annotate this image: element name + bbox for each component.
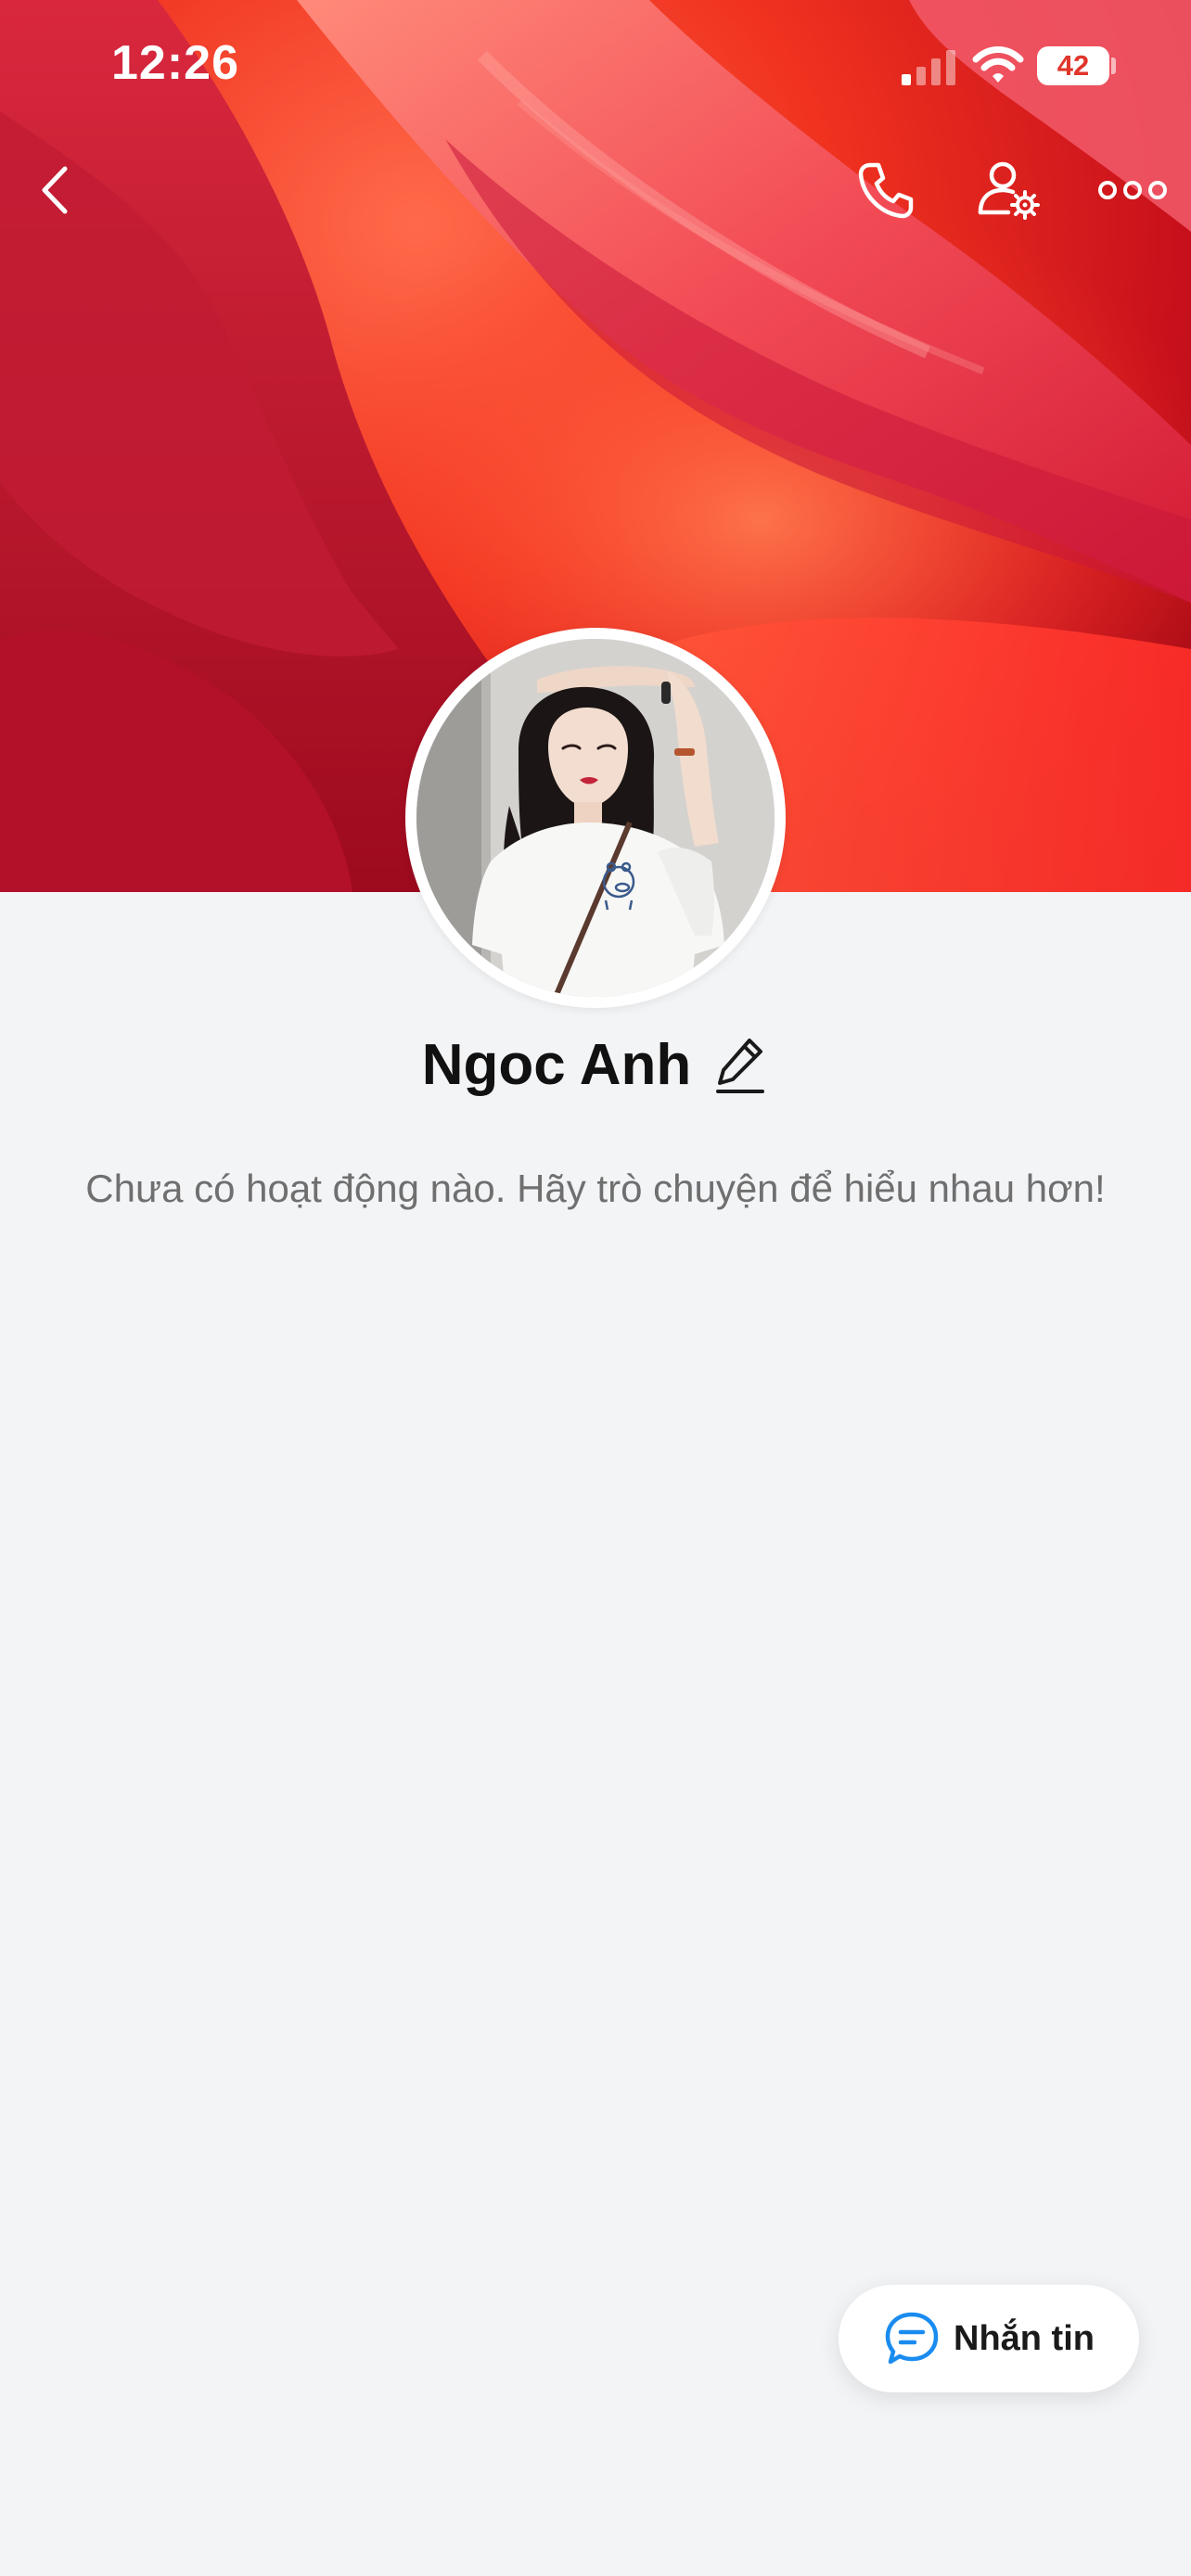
battery-level: 42 xyxy=(1037,46,1109,85)
profile-name-row: Ngoc Anh xyxy=(0,1027,1191,1102)
cellular-signal-icon xyxy=(902,50,955,85)
back-button[interactable] xyxy=(15,148,98,232)
status-bar: 12:26 42 xyxy=(0,0,1191,139)
chevron-left-icon xyxy=(42,166,68,214)
phone-icon xyxy=(858,162,914,219)
avatar[interactable] xyxy=(405,628,786,1008)
more-button[interactable] xyxy=(1091,148,1174,232)
edit-name-button[interactable] xyxy=(711,1034,769,1095)
profile-screen: 12:26 42 Ngoc Anh Chưa có hoạt động nào.… xyxy=(0,0,1191,2576)
empty-activity-message: Chưa có hoạt động nào. Hãy trò chuyện để… xyxy=(85,1167,1106,1210)
send-message-button[interactable]: Nhắn tin xyxy=(839,2285,1139,2392)
wifi-icon xyxy=(972,46,1024,83)
avatar-illustration xyxy=(416,639,775,997)
user-settings-icon xyxy=(978,161,1040,220)
send-message-label: Nhắn tin xyxy=(954,2318,1095,2358)
call-button[interactable] xyxy=(844,148,928,232)
more-horizontal-icon xyxy=(1098,181,1167,199)
chat-bubble-icon xyxy=(883,2310,941,2367)
status-time: 12:26 xyxy=(111,36,239,90)
profile-name: Ngoc Anh xyxy=(421,1032,692,1097)
contact-settings-button[interactable] xyxy=(967,148,1050,232)
avatar-photo xyxy=(416,639,775,997)
pencil-icon xyxy=(716,1039,765,1093)
battery-tip xyxy=(1111,57,1116,74)
